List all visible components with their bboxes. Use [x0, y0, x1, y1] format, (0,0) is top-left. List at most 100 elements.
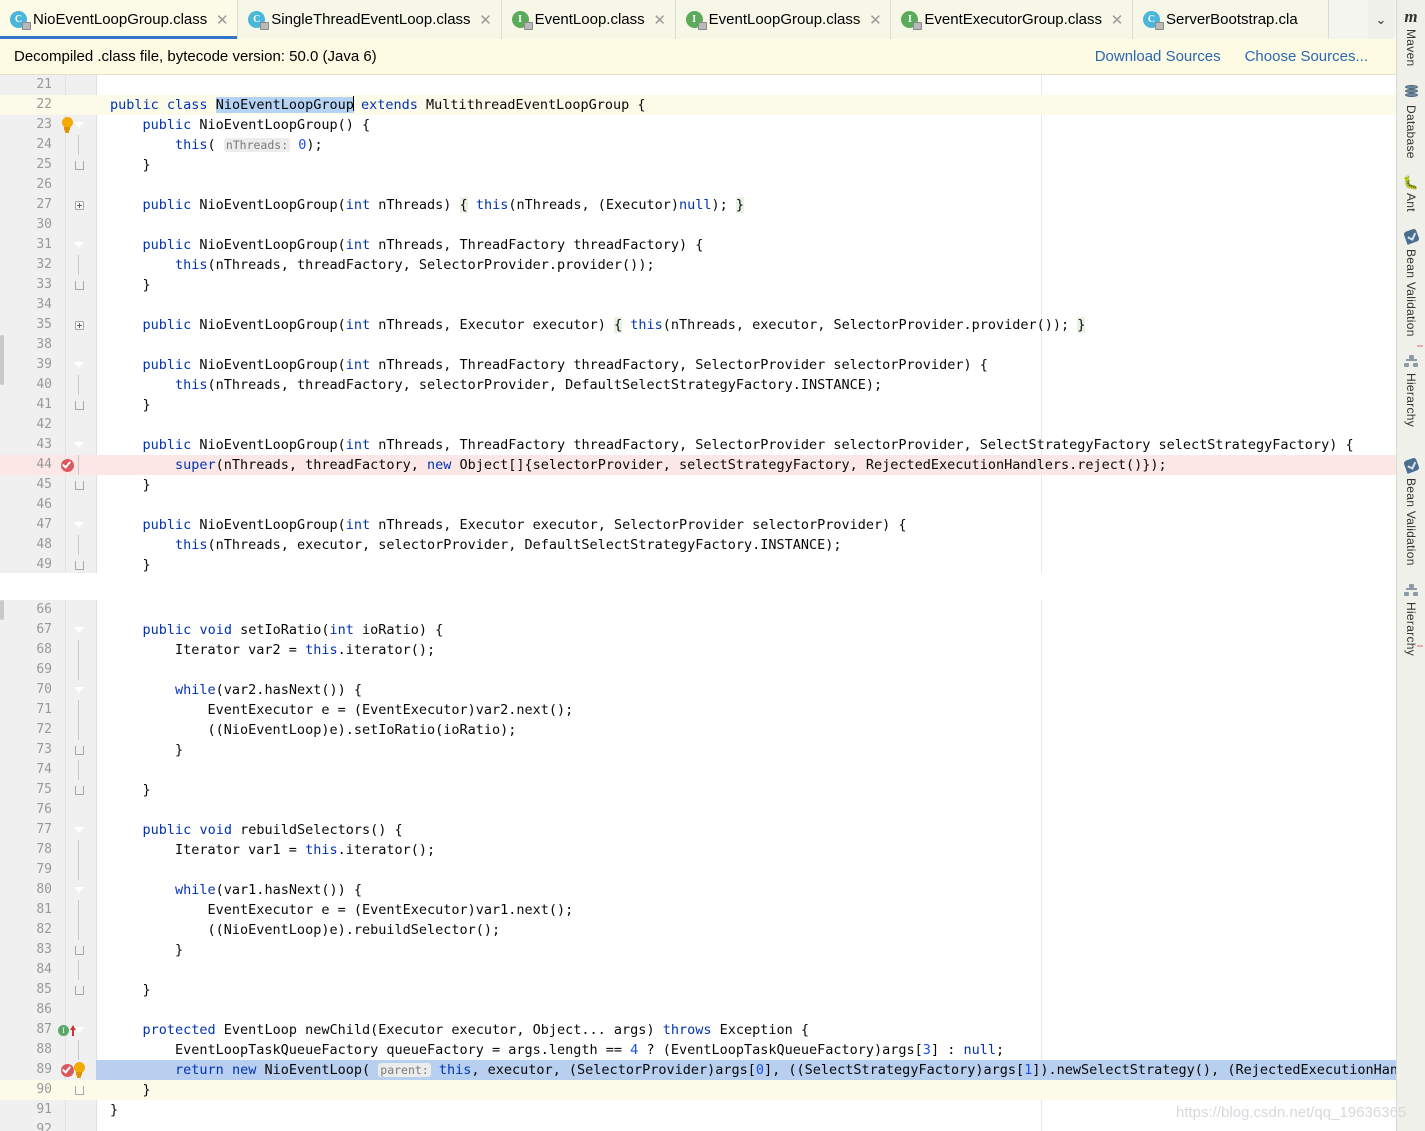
code-line[interactable]: 84 — [0, 960, 1396, 980]
fold-end-icon[interactable] — [74, 745, 84, 755]
line-number[interactable]: 39 — [0, 355, 52, 375]
fold-marker[interactable] — [68, 355, 90, 375]
fold-marker[interactable] — [68, 115, 90, 135]
line-number[interactable]: 46 — [0, 495, 52, 515]
code-line[interactable]: 48 this(nThreads, executor, selectorProv… — [0, 535, 1396, 555]
line-number[interactable]: 25 — [0, 155, 52, 175]
code-line[interactable]: 78 Iterator var1 = this.iterator(); — [0, 840, 1396, 860]
code-line[interactable]: 86 — [0, 1000, 1396, 1020]
line-number[interactable]: 69 — [0, 660, 52, 680]
fold-marker[interactable] — [68, 1080, 90, 1100]
code-line[interactable]: 27 public NioEventLoopGroup(int nThreads… — [0, 195, 1396, 215]
line-number[interactable]: 86 — [0, 1000, 52, 1020]
fold-marker[interactable] — [68, 680, 90, 700]
code-line[interactable]: 44 super(nThreads, threadFactory, new Ob… — [0, 455, 1396, 475]
fold-marker[interactable] — [68, 1060, 90, 1080]
code-line[interactable]: 38 — [0, 335, 1396, 355]
fold-marker[interactable] — [68, 620, 90, 640]
code-line[interactable]: 83 } — [0, 940, 1396, 960]
fold-end-icon[interactable] — [74, 480, 84, 490]
close-icon[interactable]: ✕ — [479, 11, 493, 29]
code-text-top[interactable]: 21 22 public class NioEventLoopGroup exten… — [0, 75, 1396, 573]
code-line[interactable]: 69 — [0, 660, 1396, 680]
line-number[interactable]: 75 — [0, 780, 52, 800]
line-number[interactable]: 79 — [0, 860, 52, 880]
fold-marker[interactable] — [68, 475, 90, 495]
fold-expand-icon[interactable] — [74, 200, 84, 210]
line-number[interactable]: 21 — [0, 75, 52, 95]
fold-marker[interactable] — [68, 740, 90, 760]
close-icon[interactable]: ✕ — [1110, 11, 1124, 29]
close-icon[interactable]: ✕ — [653, 11, 667, 29]
line-number[interactable]: 35 — [0, 315, 52, 335]
editor-tab[interactable]: C SingleThreadEventLoop.class ✕ — [238, 0, 502, 39]
line-number[interactable]: 22 — [0, 95, 52, 115]
line-number[interactable]: 44 — [0, 455, 52, 475]
breakpoint-icon[interactable] — [60, 458, 74, 472]
line-number[interactable]: 27 — [0, 195, 52, 215]
fold-marker[interactable] — [68, 940, 90, 960]
code-line[interactable]: 33 } — [0, 275, 1396, 295]
code-line[interactable]: 23 public NioEventLoopGroup() { — [0, 115, 1396, 135]
code-line[interactable]: 30 — [0, 215, 1396, 235]
editor-pane-bottom[interactable]: 66 67 public void setIoRatio(int ioRatio)… — [0, 600, 1396, 1131]
line-number[interactable]: 49 — [0, 555, 52, 573]
line-number[interactable]: 31 — [0, 235, 52, 255]
code-text-bottom[interactable]: 66 67 public void setIoRatio(int ioRatio)… — [0, 600, 1396, 1131]
code-line[interactable]: 71 EventExecutor e = (EventExecutor)var2… — [0, 700, 1396, 720]
fold-marker[interactable] — [68, 235, 90, 255]
line-number[interactable]: 68 — [0, 640, 52, 660]
line-number[interactable]: 87 — [0, 1020, 52, 1040]
code-line[interactable]: 85 } — [0, 980, 1396, 1000]
editor-tab[interactable]: C NioEventLoopGroup.class ✕ — [0, 0, 239, 39]
line-number[interactable]: 66 — [0, 600, 52, 620]
gutter-marker[interactable] — [56, 455, 78, 475]
code-line[interactable]: 68 Iterator var2 = this.iterator(); — [0, 640, 1396, 660]
code-line[interactable]: 81 EventExecutor e = (EventExecutor)var1… — [0, 900, 1396, 920]
fold-end-icon[interactable] — [74, 785, 84, 795]
line-number[interactable]: 80 — [0, 880, 52, 900]
code-line[interactable]: 87 I protected EventLoop newChild(Executo… — [0, 1020, 1396, 1040]
editor-tab[interactable]: I EventLoopGroup.class ✕ — [675, 0, 892, 39]
line-number[interactable]: 74 — [0, 760, 52, 780]
code-line[interactable]: 92 — [0, 1120, 1396, 1131]
line-number[interactable]: 48 — [0, 535, 52, 555]
line-number[interactable]: 89 — [0, 1060, 52, 1080]
tool-window-button-bean-validation[interactable]: Bean Validation — [1397, 222, 1425, 347]
code-line[interactable]: 75 } — [0, 780, 1396, 800]
line-number[interactable]: 92 — [0, 1120, 52, 1131]
code-line[interactable]: 77 public void rebuildSelectors() { — [0, 820, 1396, 840]
code-line[interactable]: 76 — [0, 800, 1396, 820]
code-line[interactable]: 34 — [0, 295, 1396, 315]
fold-end-icon[interactable] — [74, 280, 84, 290]
line-number[interactable]: 71 — [0, 700, 52, 720]
code-line[interactable]: 32 this(nThreads, threadFactory, Selecto… — [0, 255, 1396, 275]
line-number[interactable]: 30 — [0, 215, 52, 235]
code-line[interactable]: 42 — [0, 415, 1396, 435]
code-line[interactable]: 80 while(var1.hasNext()) { — [0, 880, 1396, 900]
line-number[interactable]: 70 — [0, 680, 52, 700]
fold-marker[interactable] — [68, 435, 90, 455]
code-line[interactable]: 89 return new NioEventLoop( parent: this… — [0, 1060, 1396, 1080]
fold-marker[interactable] — [68, 555, 90, 573]
line-number[interactable]: 26 — [0, 175, 52, 195]
code-line[interactable]: 43 public NioEventLoopGroup(int nThreads… — [0, 435, 1396, 455]
line-number[interactable]: 88 — [0, 1040, 52, 1060]
line-number[interactable]: 47 — [0, 515, 52, 535]
fold-marker[interactable] — [68, 780, 90, 800]
code-line[interactable]: 66 — [0, 600, 1396, 620]
code-line[interactable]: 90 } — [0, 1080, 1396, 1100]
code-line[interactable]: 39 public NioEventLoopGroup(int nThreads… — [0, 355, 1396, 375]
line-number[interactable]: 38 — [0, 335, 52, 355]
line-number[interactable]: 67 — [0, 620, 52, 640]
choose-sources-link[interactable]: Choose Sources... — [1245, 48, 1368, 65]
fold-collapse-icon[interactable] — [74, 522, 84, 528]
code-line[interactable]: 74 — [0, 760, 1396, 780]
line-number[interactable]: 77 — [0, 820, 52, 840]
tool-window-button-database[interactable]: Database — [1397, 77, 1425, 169]
line-number[interactable]: 42 — [0, 415, 52, 435]
line-number[interactable]: 85 — [0, 980, 52, 1000]
fold-end-icon[interactable] — [74, 400, 84, 410]
vertical-scroll-indicator[interactable] — [0, 600, 4, 620]
line-number[interactable]: 84 — [0, 960, 52, 980]
